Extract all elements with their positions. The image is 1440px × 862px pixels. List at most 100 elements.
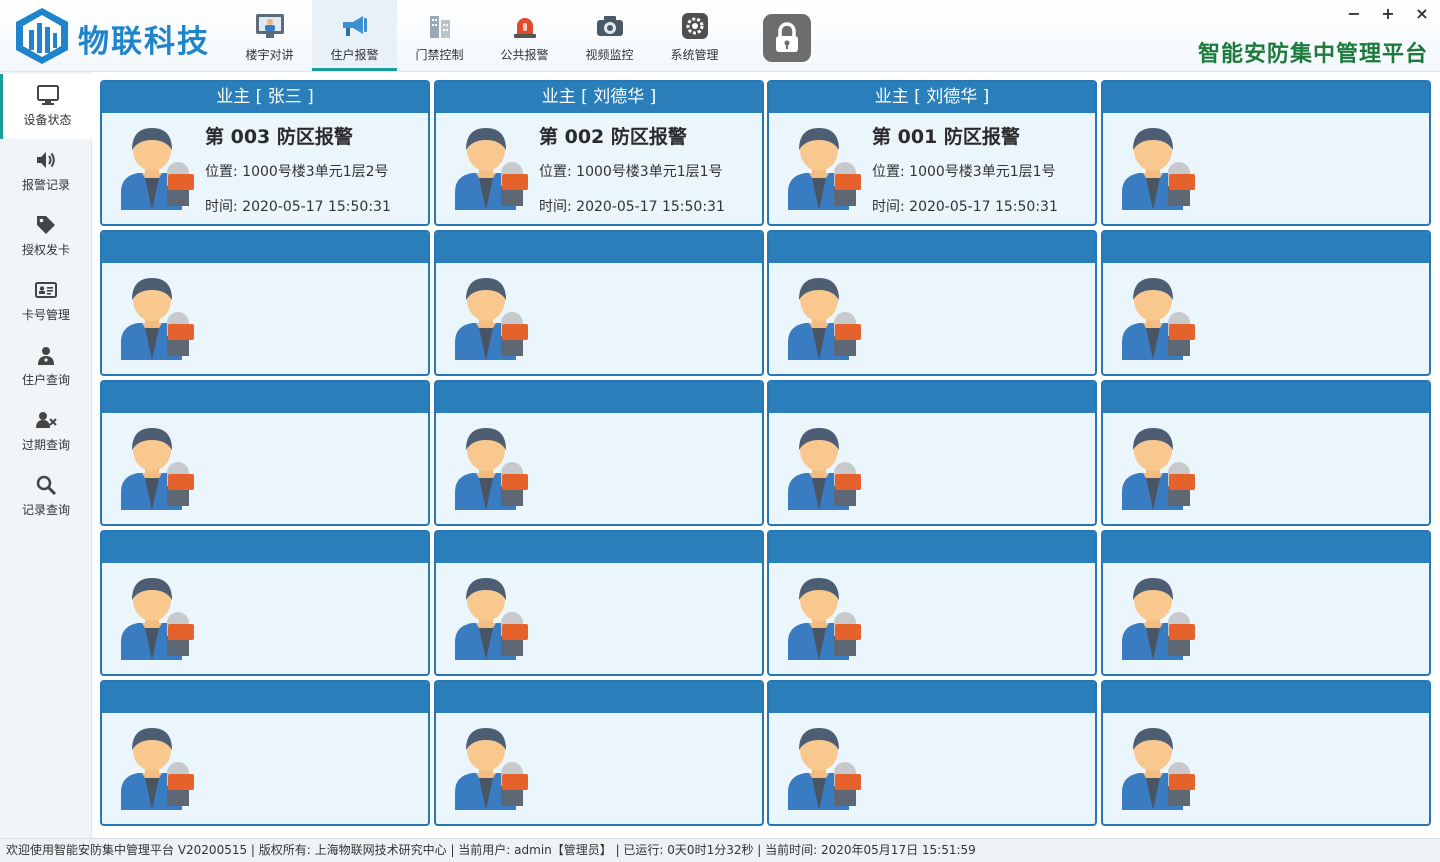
top-nav: 楼宇对讲 住户报警 门禁控制 公共报警 视频监控 系统管理 [227, 0, 737, 71]
tag-icon [37, 216, 55, 234]
resident-alarm-avatar-icon [1122, 428, 1195, 510]
resident-alarm-avatar-icon [788, 128, 861, 210]
alarm-zone-title: 第 002 防区报警 [539, 126, 687, 148]
nav-label: 视频监控 [585, 48, 634, 62]
sidebar-item-card-management[interactable]: 卡号管理 [0, 269, 92, 334]
gear-icon [681, 13, 708, 39]
nav-public-alarm[interactable]: 公共报警 [482, 0, 567, 71]
resident-alarm-avatar-icon [121, 428, 194, 510]
owner-header [436, 682, 762, 713]
resident-alarm-avatar-icon [121, 128, 194, 210]
resident-alarm-avatar-icon [455, 578, 528, 660]
sidebar-item-label: 设备状态 [23, 113, 72, 127]
alarm-card[interactable] [767, 230, 1097, 376]
alarm-time: 时间: 2020-05-17 15:50:31 [205, 199, 391, 215]
nav-building-intercom[interactable]: 楼宇对讲 [227, 0, 312, 71]
sidebar-item-issue-card[interactable]: 授权发卡 [0, 204, 92, 269]
alarm-card[interactable] [1101, 530, 1431, 676]
alarm-location: 位置: 1000号楼3单元1层2号 [205, 164, 389, 180]
siren-icon [513, 18, 536, 38]
nav-resident-alarm[interactable]: 住户报警 [312, 0, 397, 71]
alarm-card[interactable] [767, 380, 1097, 526]
alarm-card[interactable] [434, 680, 764, 826]
sidebar-item-label: 记录查询 [21, 503, 70, 517]
alarm-card[interactable] [767, 680, 1097, 826]
resident-alarm-avatar-icon [121, 728, 194, 810]
sidebar-item-alarm-records[interactable]: 报警记录 [0, 139, 92, 204]
sidebar-item-label: 报警记录 [21, 178, 70, 192]
owner-header [436, 232, 762, 263]
alarm-time: 时间: 2020-05-17 15:50:31 [872, 199, 1058, 215]
alarm-card[interactable] [434, 530, 764, 676]
alarm-card[interactable] [100, 530, 430, 676]
brand-name: 物联科技 [78, 24, 210, 60]
alarm-card[interactable] [434, 380, 764, 526]
owner-header [436, 532, 762, 563]
resident-alarm-avatar-icon [1122, 728, 1195, 810]
close-button[interactable]: × [1414, 4, 1430, 23]
building-icon [429, 16, 450, 38]
alarm-card[interactable] [1101, 230, 1431, 376]
sidebar-item-expired-query[interactable]: 过期查询 [0, 399, 92, 464]
id-card-icon [35, 282, 57, 298]
resident-alarm-avatar-icon [455, 428, 528, 510]
owner-header [102, 232, 428, 263]
resident-alarm-avatar-icon [455, 128, 528, 210]
search-icon [36, 475, 57, 496]
sidebar-item-label: 卡号管理 [21, 308, 70, 322]
monitor-icon [36, 85, 59, 105]
monitor-person-icon [255, 14, 284, 38]
nav-label: 系统管理 [670, 48, 719, 62]
sidebar-item-record-query[interactable]: 记录查询 [0, 464, 92, 529]
resident-alarm-avatar-icon [1122, 128, 1195, 210]
platform-title: 智能安防集中管理平台 [1197, 42, 1428, 67]
person-icon [38, 347, 54, 365]
resident-alarm-avatar-icon [455, 278, 528, 360]
owner-header [1103, 682, 1429, 713]
owner-header [1103, 382, 1429, 413]
owner-header [1103, 532, 1429, 563]
alarm-card[interactable] [100, 380, 430, 526]
alarm-location: 位置: 1000号楼3单元1层1号 [872, 164, 1056, 180]
owner-header: 业主 [ 刘德华 ] [436, 82, 762, 113]
resident-alarm-avatar-icon [1122, 278, 1195, 360]
resident-alarm-avatar-icon [121, 578, 194, 660]
nav-label: 公共报警 [500, 48, 549, 62]
minimize-button[interactable]: − [1346, 4, 1362, 23]
alarm-card[interactable] [1101, 80, 1431, 226]
resident-alarm-avatar-icon [121, 278, 194, 360]
sidebar: 设备状态 报警记录 授权发卡 卡号管理 住户查询 过期查询 记录查询 [0, 72, 92, 838]
nav-access-control[interactable]: 门禁控制 [397, 0, 482, 71]
nav-label: 住户报警 [330, 48, 379, 62]
alarm-card[interactable] [100, 680, 430, 826]
alarm-zone-title: 第 003 防区报警 [205, 126, 353, 148]
window-controls: − + × [1346, 4, 1430, 23]
maximize-button[interactable]: + [1380, 4, 1396, 23]
sidebar-item-label: 授权发卡 [21, 243, 70, 257]
alarm-card[interactable] [1101, 680, 1431, 826]
sidebar-item-resident-query[interactable]: 住户查询 [0, 334, 92, 399]
user-remove-icon [36, 412, 57, 428]
nav-video-monitor[interactable]: 视频监控 [567, 0, 652, 71]
alarm-card[interactable]: 业主 [ 刘德华 ] 第 001 防区报警 位置: 1000号楼3单元1层1号 时间:… [767, 80, 1097, 226]
owner-header [102, 682, 428, 713]
nav-system-management[interactable]: 系统管理 [652, 0, 737, 71]
alarm-zone-title: 第 001 防区报警 [872, 126, 1020, 148]
lock-button[interactable] [763, 14, 811, 62]
resident-alarm-avatar-icon [455, 728, 528, 810]
owner-header [1103, 82, 1429, 113]
alarm-card[interactable] [767, 530, 1097, 676]
speaker-icon [37, 152, 55, 168]
resident-alarm-avatar-icon [788, 578, 861, 660]
alarm-card[interactable] [1101, 380, 1431, 526]
alarm-card[interactable]: 业主 [ 刘德华 ] 第 002 防区报警 位置: 1000号楼3单元1层1号 时间:… [434, 80, 764, 226]
sidebar-item-device-status[interactable]: 设备状态 [0, 74, 92, 139]
alarm-card[interactable] [100, 230, 430, 376]
alarm-card[interactable]: 业主 [ 张三 ] 第 003 防区报警 位置: 1000号楼3单元1层2号 时间: … [100, 80, 430, 226]
resident-alarm-avatar-icon [788, 428, 861, 510]
resident-alarm-avatar-icon [788, 278, 861, 360]
alarm-card[interactable] [434, 230, 764, 376]
owner-header [1103, 232, 1429, 263]
sidebar-item-label: 住户查询 [21, 373, 70, 387]
owner-header [102, 382, 428, 413]
